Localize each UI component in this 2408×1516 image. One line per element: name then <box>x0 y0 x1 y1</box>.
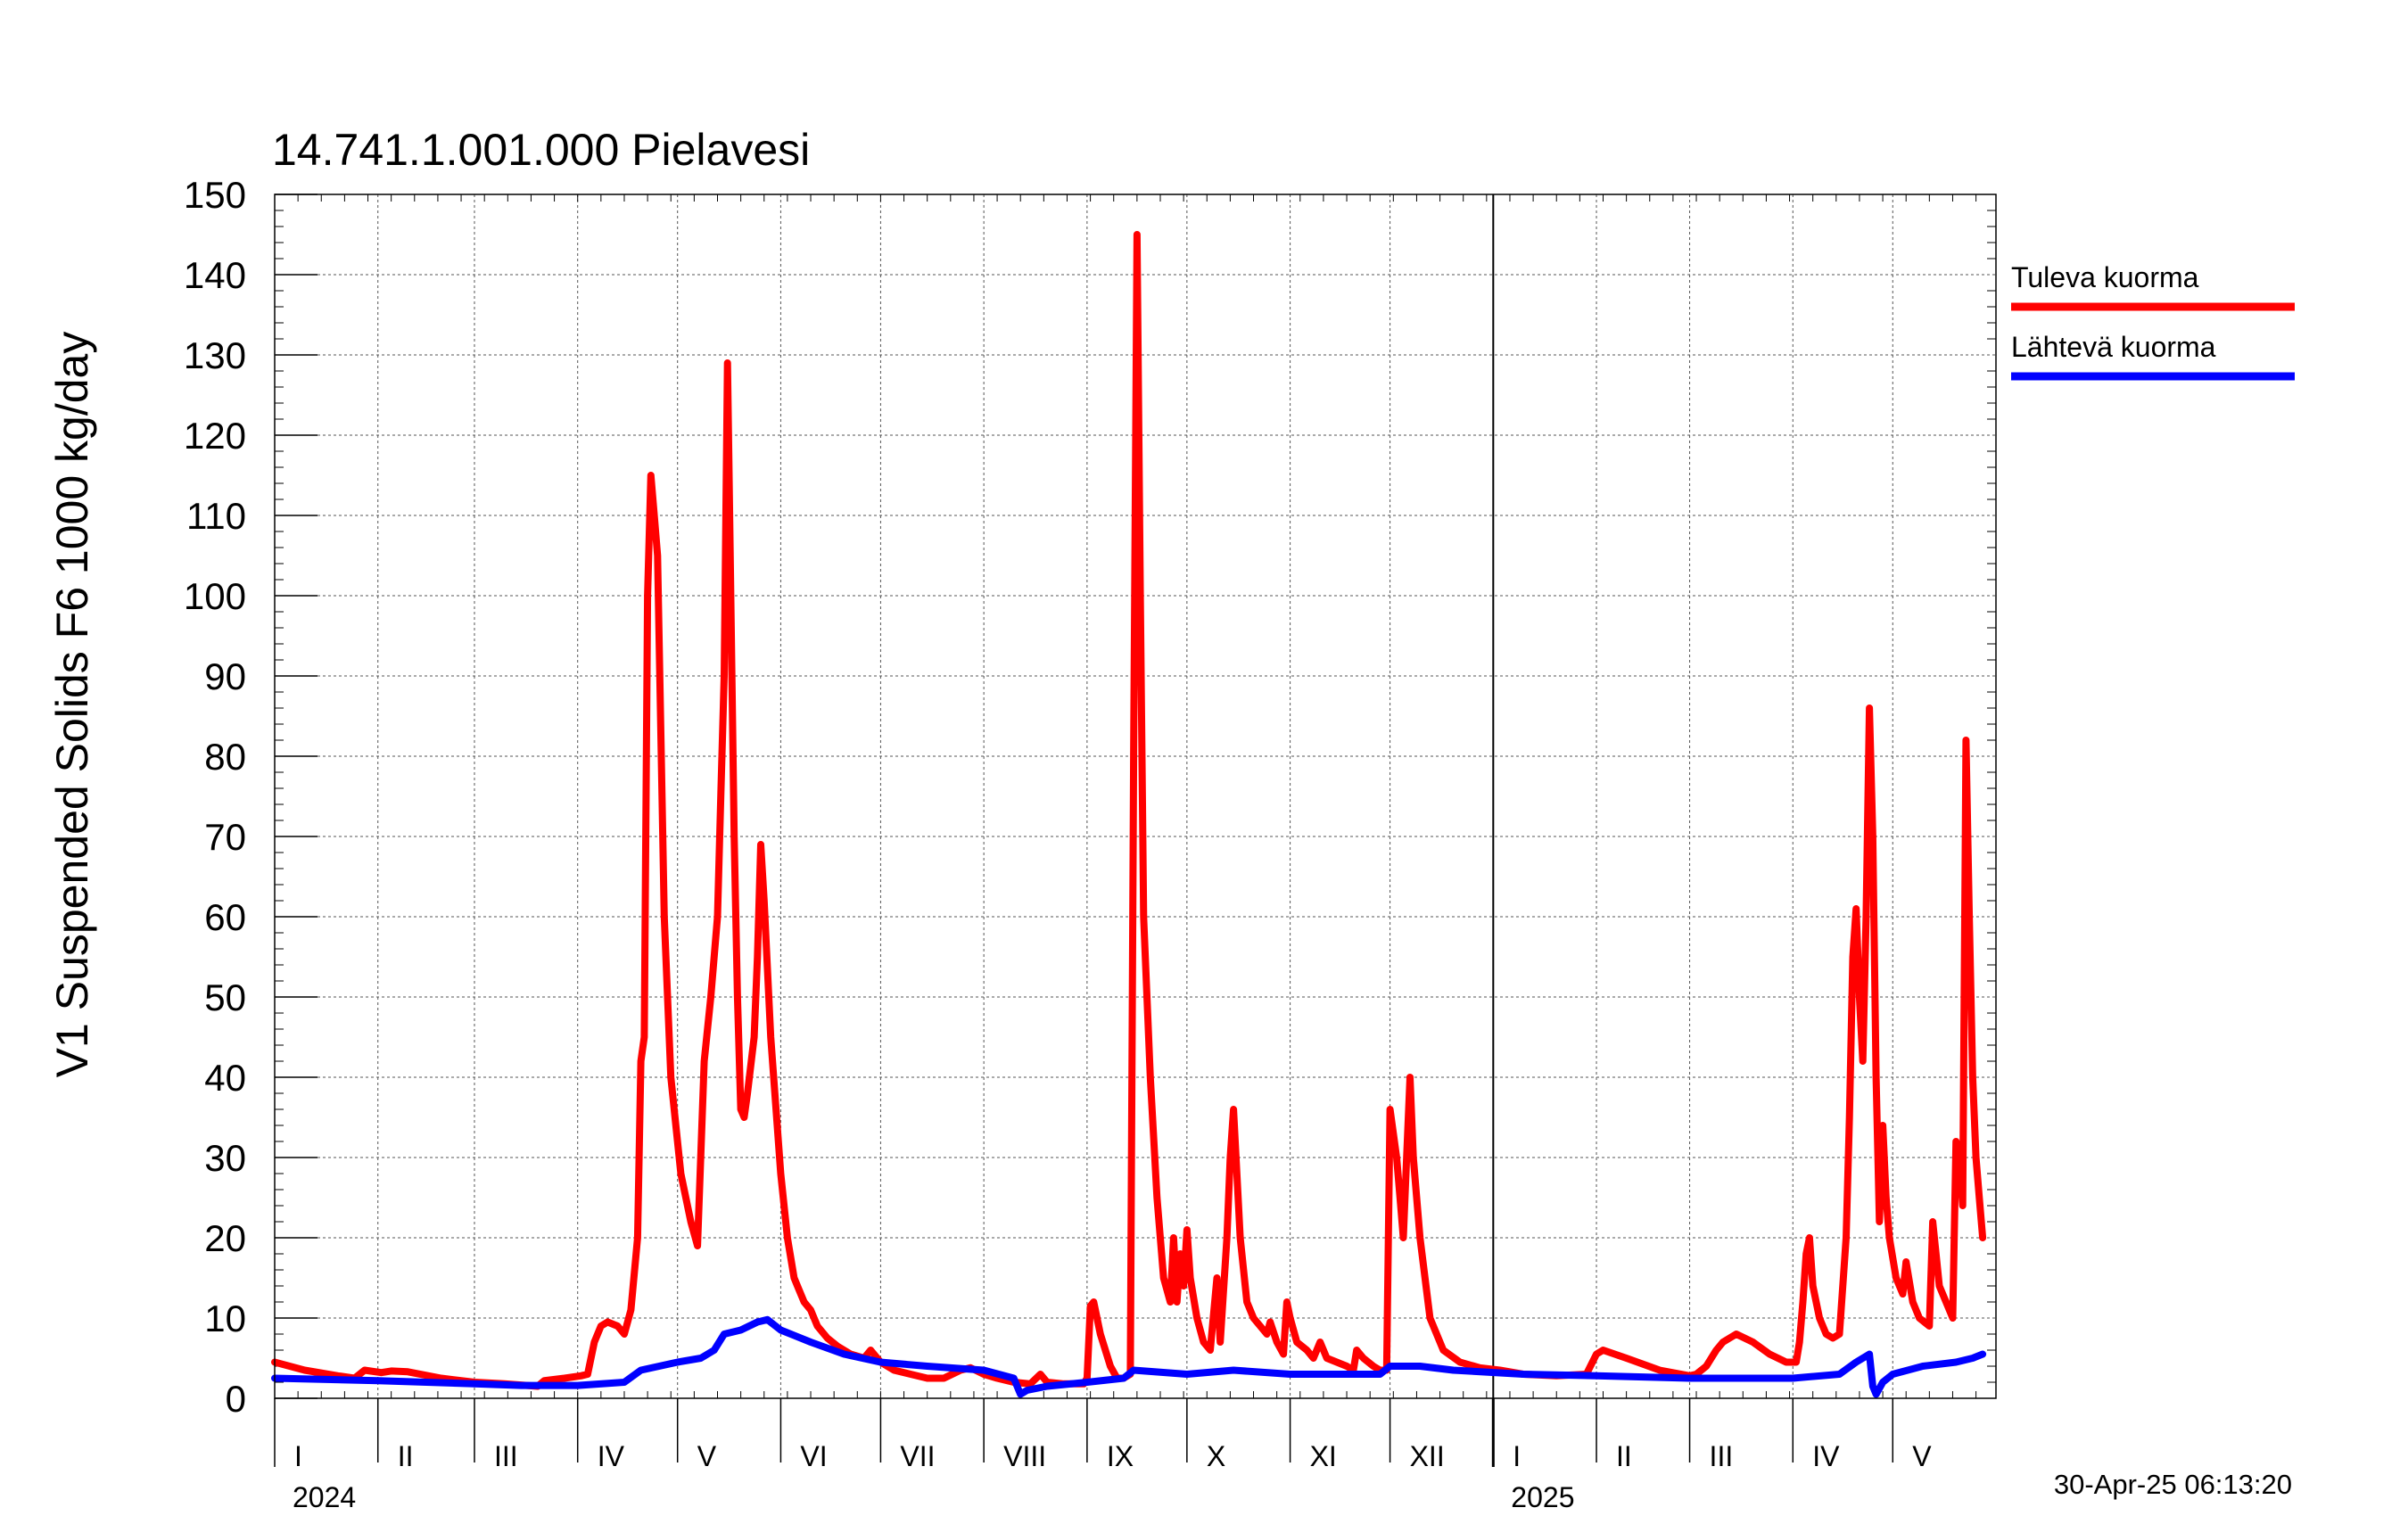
y-tick-label: 150 <box>184 174 246 216</box>
year-label: 2024 <box>293 1481 356 1513</box>
y-tick-label: 80 <box>204 736 246 778</box>
timestamp: 30-Apr-25 06:13:20 <box>2054 1469 2292 1500</box>
x-month-label: III <box>1710 1440 1734 1472</box>
y-axis-label: V1 Suspended Solids F6 1000 kg/day <box>47 332 97 1078</box>
y-tick-label: 40 <box>204 1057 246 1099</box>
series-line <box>271 231 1987 1390</box>
legend-label: Tuleva kuorma <box>2011 261 2199 293</box>
x-month-label: IV <box>598 1440 625 1472</box>
x-month-label: VIII <box>1003 1440 1046 1472</box>
y-tick-label: 0 <box>226 1378 246 1420</box>
y-tick-label: 20 <box>204 1217 246 1259</box>
year-label: 2025 <box>1511 1481 1574 1513</box>
x-month-label: VII <box>900 1440 935 1472</box>
series-lines <box>271 231 1987 1398</box>
x-month-label: V <box>697 1440 717 1472</box>
x-month-label: I <box>1513 1440 1521 1472</box>
y-tick-label: 130 <box>184 334 246 376</box>
x-month-label: II <box>398 1440 414 1472</box>
y-tick-label: 30 <box>204 1137 246 1179</box>
x-month-label: III <box>494 1440 518 1472</box>
y-tick-label: 110 <box>186 495 246 537</box>
x-month-label: VI <box>800 1440 827 1472</box>
x-month-label: XII <box>1410 1440 1445 1472</box>
chart-title: 14.741.1.001.000 Pielavesi <box>272 125 810 175</box>
x-month-label: I <box>294 1440 302 1472</box>
legend: Tuleva kuorma Lähtevä kuorma <box>2011 261 2295 381</box>
y-tick-label: 70 <box>204 816 246 858</box>
y-tick-label: 100 <box>184 575 246 617</box>
y-tick-label: 60 <box>204 896 246 938</box>
x-month-label: XI <box>1310 1440 1337 1472</box>
y-tick-label: 140 <box>184 254 246 296</box>
legend-label: Lähtevä kuorma <box>2011 331 2216 363</box>
x-month-label: IX <box>1107 1440 1134 1472</box>
y-tick-label: 120 <box>184 415 246 457</box>
y-tick-label: 50 <box>204 976 246 1018</box>
y-tick-label: 90 <box>204 655 246 697</box>
y-tick-label: 10 <box>204 1298 246 1339</box>
x-axis: I II III IV V VI VII VIII IX X XI XII I II III IV V2024 2… <box>274 194 1977 1513</box>
chart: 14.741.1.001.000 Pielavesi V1 Suspended … <box>47 125 2295 1513</box>
y-axis: 0 10 20 30 40 50 60 70 80 90 100 110 120 130 140 150 <box>184 174 1996 1420</box>
x-month-label: V <box>1912 1440 1932 1472</box>
x-month-label: X <box>1207 1440 1225 1472</box>
x-month-label: IV <box>1812 1440 1840 1472</box>
x-month-label: II <box>1616 1440 1632 1472</box>
